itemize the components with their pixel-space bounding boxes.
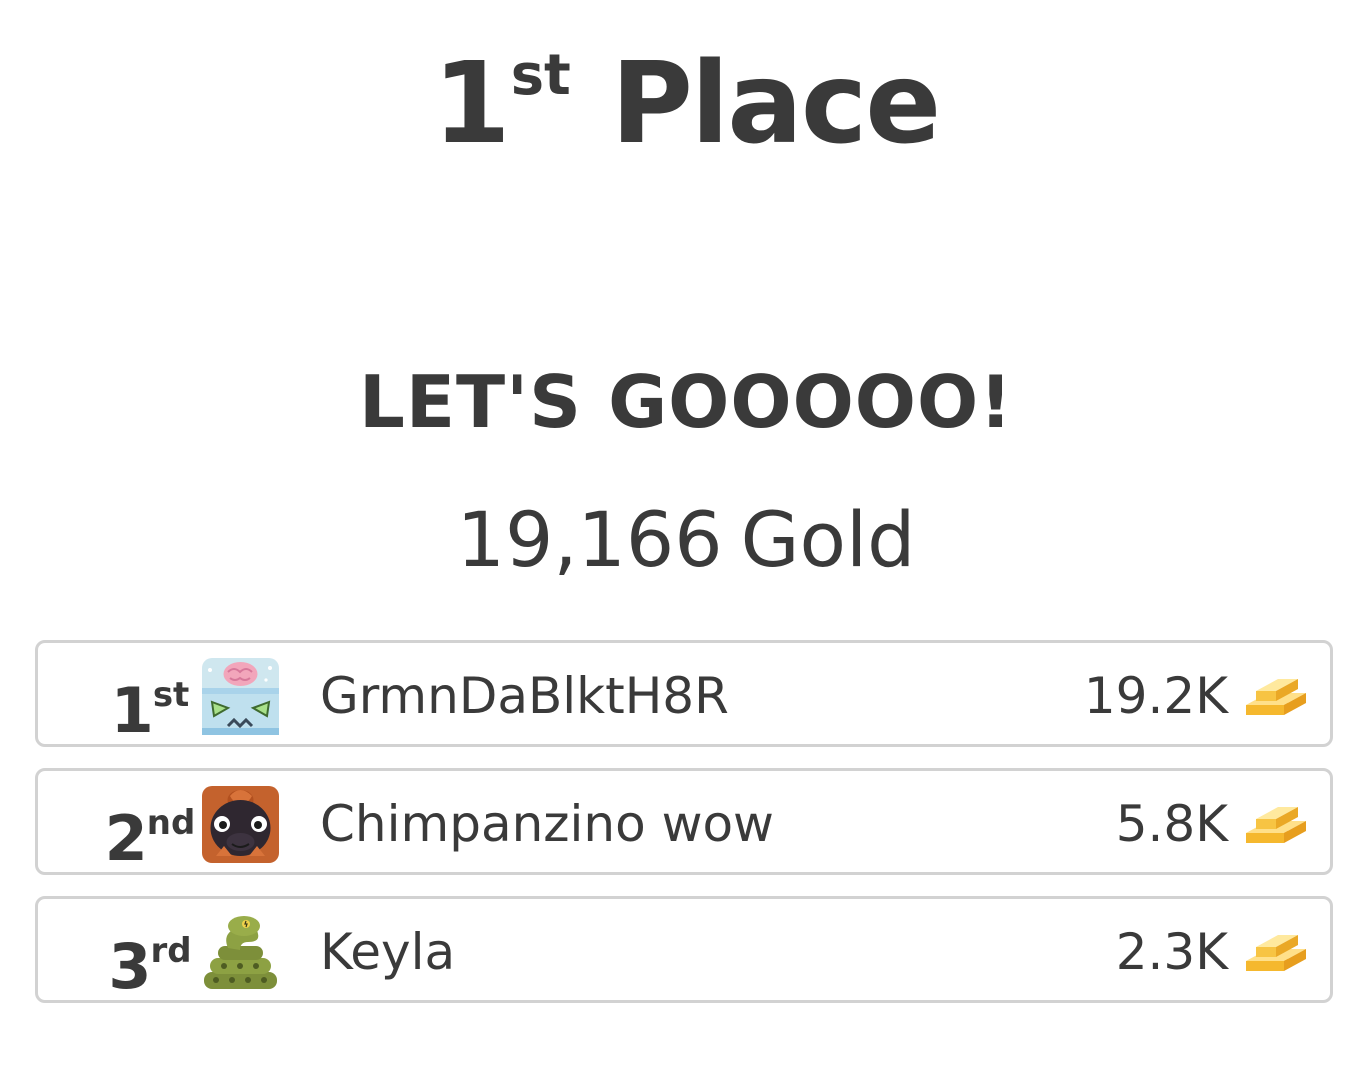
player-gold-score: 2.3K [1115,923,1228,981]
placement-suffix: st [510,43,571,108]
player-name: Keyla [320,923,456,981]
rank-number: 2 [104,802,148,875]
rank-number: 3 [108,930,151,1003]
rank-suffix: nd [146,803,196,843]
gold-total-unit: Gold [740,495,916,584]
placement-number: 1 [432,39,511,169]
player-name: Chimpanzino wow [320,795,774,853]
placement-word: Place [610,39,941,169]
brain-robot-avatar-icon [202,658,279,735]
rank-suffix: st [152,675,190,715]
placement-title: 1st Place [0,16,1372,164]
leaderboard-row: 2nd Chimpanzino wow 5.8K [35,768,1333,875]
rank-label: 3rd [80,907,220,1003]
snake-avatar-icon [202,914,279,991]
leaderboard-row: 3rd Keyla 2.3K [35,896,1333,1003]
rank-number: 1 [110,674,154,747]
gold-total-amount: 19,166 [456,495,723,584]
gold-total: 19,166 Gold [0,496,1372,584]
leaderboard: 1st GrmnDaBlktH8R 19.2K 2nd Chimpanzino … [35,640,1333,1024]
rank-label: 1st [80,651,220,747]
gold-bars-icon [1242,799,1310,849]
player-gold-score: 5.8K [1115,795,1228,853]
rank-suffix: rd [150,931,192,971]
hype-message: LET'S GOOOOO! [358,360,1014,444]
leaderboard-row: 1st GrmnDaBlktH8R 19.2K [35,640,1333,747]
player-gold-score: 19.2K [1083,667,1228,725]
gold-bars-icon [1242,671,1310,721]
gold-bars-icon [1242,927,1310,977]
player-name: GrmnDaBlktH8R [320,667,729,725]
rank-label: 2nd [80,779,220,875]
monkey-avatar-icon [202,786,279,863]
